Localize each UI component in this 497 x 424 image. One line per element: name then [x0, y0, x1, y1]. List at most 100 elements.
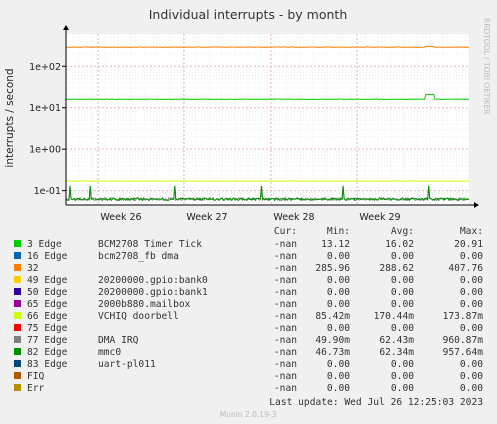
legend-value: 0.00	[460, 383, 483, 394]
legend-value: -nan	[274, 383, 297, 394]
legend-name: 82 Edge	[27, 347, 68, 358]
y-tick-label: 1e+00	[29, 145, 61, 156]
legend-swatch	[14, 288, 21, 295]
legend-value: 0.00	[391, 275, 414, 286]
legend-name: 49 Edge	[27, 275, 68, 286]
y-tick-label: 1e+01	[29, 103, 61, 114]
legend-swatch	[14, 324, 21, 331]
legend-value: 0.00	[460, 251, 483, 262]
x-tick-label: Week 28	[273, 212, 314, 223]
legend-value: 0.00	[391, 251, 414, 262]
legend-value: 62.43m	[379, 335, 414, 346]
legend-value: 62.34m	[379, 347, 414, 358]
y-axis-label: interrupts / second	[4, 68, 16, 167]
legend-value: 0.00	[327, 371, 350, 382]
legend-value: 288.62	[379, 263, 414, 274]
legend-swatch	[14, 360, 21, 367]
legend-value: 0.00	[391, 383, 414, 394]
legend-value: 285.96	[315, 263, 350, 274]
legend-swatch	[14, 372, 21, 379]
munin-version: Munin 2.0.19-3	[220, 410, 277, 419]
legend-value: 170.44m	[374, 311, 415, 322]
legend-value: -nan	[274, 299, 297, 310]
legend-column-header: Min:	[327, 226, 350, 237]
plot-area	[66, 34, 469, 205]
legend-name: 77 Edge	[27, 335, 68, 346]
legend-value: -nan	[274, 251, 297, 262]
legend-desc: uart-pl011	[98, 359, 156, 370]
legend-value: 407.76	[448, 263, 483, 274]
legend-column-header: Cur:	[274, 226, 297, 237]
legend-swatch	[14, 336, 21, 343]
legend-desc: 20200000.gpio:bank0	[98, 275, 208, 286]
legend-swatch	[14, 384, 21, 391]
legend-name: 3 Edge	[27, 239, 62, 250]
legend-value: 960.87m	[443, 335, 484, 346]
legend-value: 0.00	[460, 287, 483, 298]
legend-name: 32	[27, 263, 39, 274]
legend-value: 0.00	[460, 299, 483, 310]
legend-value: -nan	[274, 263, 297, 274]
legend-swatch	[14, 252, 21, 259]
legend-name: 66 Edge	[27, 311, 68, 322]
legend-name: 83 Edge	[27, 359, 68, 370]
legend-value: 0.00	[327, 299, 350, 310]
legend-value: -nan	[274, 323, 297, 334]
legend-swatch	[14, 312, 21, 319]
interrupts-chart: Individual interrupts - by month interru…	[0, 0, 497, 424]
legend-value: 13.12	[321, 239, 350, 250]
legend-value: 0.00	[327, 287, 350, 298]
legend-name: Err	[27, 383, 45, 394]
legend-value: -nan	[274, 287, 297, 298]
legend-value: -nan	[274, 239, 297, 250]
legend-value: -nan	[274, 359, 297, 370]
legend-value: 16.02	[385, 239, 414, 250]
legend-value: 0.00	[327, 251, 350, 262]
legend-value: 0.00	[460, 359, 483, 370]
legend-desc: mmc0	[98, 347, 121, 358]
legend-column-header: Avg:	[391, 226, 414, 237]
legend-value: 0.00	[460, 275, 483, 286]
legend-name: 75 Edge	[27, 323, 68, 334]
legend-value: 0.00	[391, 323, 414, 334]
legend-name: 50 Edge	[27, 287, 68, 298]
legend-value: 0.00	[460, 371, 483, 382]
legend-desc: 2000b880.mailbox	[98, 299, 191, 310]
legend-value: -nan	[274, 275, 297, 286]
legend-column-header: Max:	[460, 226, 483, 237]
x-tick-label: Week 26	[100, 212, 141, 223]
legend-value: 0.00	[391, 287, 414, 298]
legend-desc: VCHIQ doorbell	[98, 311, 179, 322]
legend-value: 85.42m	[315, 311, 350, 322]
legend-desc: BCM2708 Timer Tick	[98, 239, 202, 250]
legend-value: 0.00	[327, 323, 350, 334]
legend-swatch	[14, 240, 21, 247]
x-tick-label: Week 27	[186, 212, 227, 223]
legend-value: 20.91	[454, 239, 483, 250]
legend-value: 173.87m	[443, 311, 484, 322]
legend-name: FIQ	[27, 371, 45, 382]
last-update: Last update: Wed Jul 26 12:25:03 2023	[269, 397, 483, 408]
legend-desc: 20200000.gpio:bank1	[98, 287, 208, 298]
legend-value: 0.00	[327, 383, 350, 394]
legend-value: -nan	[274, 347, 297, 358]
y-tick-label: 1e+02	[29, 62, 61, 73]
legend-value: -nan	[274, 311, 297, 322]
legend-value: 49.90m	[315, 335, 350, 346]
chart-title: Individual interrupts - by month	[149, 7, 348, 22]
legend-value: 0.00	[327, 359, 350, 370]
legend-name: 65 Edge	[27, 299, 68, 310]
x-tick-label: Week 29	[359, 212, 400, 223]
legend-desc: DMA IRQ	[98, 335, 139, 346]
rrdtool-watermark: RRDTOOL / TOBI OETIKER	[482, 18, 491, 115]
legend-value: 957.64m	[443, 347, 484, 358]
legend-value: 0.00	[327, 275, 350, 286]
legend-swatch	[14, 348, 21, 355]
legend-desc: bcm2708_fb dma	[98, 251, 179, 262]
y-tick-label: 1e-01	[34, 186, 61, 197]
legend-value: -nan	[274, 371, 297, 382]
legend-value: -nan	[274, 335, 297, 346]
legend-swatch	[14, 276, 21, 283]
legend-swatch	[14, 264, 21, 271]
legend-name: 16 Edge	[27, 251, 68, 262]
